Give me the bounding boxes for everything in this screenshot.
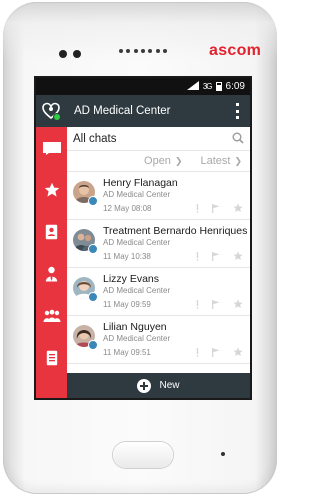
home-button[interactable] xyxy=(113,442,173,468)
brand-logo: ascom xyxy=(209,42,262,59)
filter-bar: Open ❯ Latest ❯ xyxy=(67,151,250,172)
new-chat-label: New xyxy=(159,380,180,391)
indicator-dot xyxy=(221,452,225,456)
row-actions xyxy=(196,203,243,213)
flag-icon[interactable] xyxy=(212,203,220,213)
filter-open-dropdown[interactable]: Open ❯ xyxy=(144,155,182,167)
app-logo-icon[interactable] xyxy=(42,102,60,120)
contact-badge-icon xyxy=(88,196,98,206)
priority-icon[interactable] xyxy=(196,347,199,357)
rail-item-person[interactable] xyxy=(36,253,67,295)
rail-item-groups[interactable] xyxy=(36,295,67,337)
light-sensor xyxy=(73,50,81,58)
app-bar: AD Medical Center xyxy=(36,95,250,127)
star-outline-icon[interactable] xyxy=(233,299,243,309)
rail-item-contacts[interactable] xyxy=(36,211,67,253)
chat-row[interactable]: Treatment Bernardo Henriques AD Medical … xyxy=(67,220,250,268)
chat-time: 11 May 09:51 xyxy=(103,348,151,357)
clock: 6:09 xyxy=(225,81,245,92)
flag-icon[interactable] xyxy=(212,299,220,309)
chat-time: 11 May 10:38 xyxy=(103,252,151,261)
star-outline-icon[interactable] xyxy=(233,203,243,213)
signal-icon xyxy=(186,81,199,92)
chat-org: AD Medical Center xyxy=(103,334,171,343)
row-actions xyxy=(196,251,243,261)
plus-icon xyxy=(137,378,152,393)
filter-open-label: Open xyxy=(144,155,171,167)
priority-icon[interactable] xyxy=(196,203,199,213)
contacts-icon xyxy=(45,224,58,240)
status-bar: 3G 6:09 xyxy=(36,78,250,95)
chat-row[interactable]: Henry Flanagan AD Medical Center 12 May … xyxy=(67,172,250,220)
chat-name: Lizzy Evans xyxy=(103,273,160,285)
chat-time: 12 May 08:08 xyxy=(103,204,152,213)
chat-icon xyxy=(42,142,61,155)
star-outline-icon[interactable] xyxy=(233,251,243,261)
row-actions xyxy=(196,299,243,309)
contact-badge-icon xyxy=(88,244,98,254)
chat-name: Henry Flanagan xyxy=(103,177,178,189)
screen: 3G 6:09 AD Medical Center All chats Open… xyxy=(36,78,250,398)
contact-badge-icon xyxy=(88,292,98,302)
chat-row[interactable]: Lizzy Evans AD Medical Center 11 May 09:… xyxy=(67,268,250,316)
front-camera xyxy=(59,50,67,58)
battery-icon xyxy=(215,82,222,91)
rail-item-chats[interactable] xyxy=(36,127,67,169)
star-icon xyxy=(44,182,59,197)
chat-name: Lilian Nguyen xyxy=(103,321,167,333)
speaker-grille xyxy=(119,46,167,56)
contact-badge-icon xyxy=(88,340,98,350)
star-outline-icon[interactable] xyxy=(233,347,243,357)
row-actions xyxy=(196,347,243,357)
list-header: All chats xyxy=(67,127,250,151)
person-icon xyxy=(45,266,58,282)
priority-icon[interactable] xyxy=(196,299,199,309)
navigation-rail xyxy=(36,127,67,398)
chat-org: AD Medical Center xyxy=(103,190,171,199)
document-icon xyxy=(46,350,57,366)
list-title: All chats xyxy=(73,132,117,145)
filter-latest-dropdown[interactable]: Latest ❯ xyxy=(200,155,242,167)
online-status-dot xyxy=(54,114,60,120)
chevron-down-icon: ❯ xyxy=(174,156,183,166)
chat-org: AD Medical Center xyxy=(103,238,171,247)
overflow-menu-icon[interactable] xyxy=(236,103,240,119)
flag-icon[interactable] xyxy=(212,251,220,261)
flag-icon[interactable] xyxy=(212,347,220,357)
app-title: AD Medical Center xyxy=(74,105,171,117)
rail-item-documents[interactable] xyxy=(36,337,67,379)
search-icon[interactable] xyxy=(232,132,244,144)
network-type: 3G xyxy=(202,82,213,91)
priority-icon[interactable] xyxy=(196,251,199,261)
chat-org: AD Medical Center xyxy=(103,286,171,295)
rail-item-favorites[interactable] xyxy=(36,169,67,211)
chat-name: Treatment Bernardo Henriques xyxy=(103,225,248,237)
chat-time: 11 May 09:59 xyxy=(103,300,151,309)
chat-row[interactable]: Lilian Nguyen AD Medical Center 11 May 0… xyxy=(67,316,250,364)
chat-list-panel: All chats Open ❯ Latest ❯ Henry Flanagan… xyxy=(67,127,250,398)
filter-latest-label: Latest xyxy=(200,155,231,167)
group-icon xyxy=(43,309,60,322)
content-area: All chats Open ❯ Latest ❯ Henry Flanagan… xyxy=(36,127,250,398)
new-chat-button[interactable]: New xyxy=(67,373,250,398)
chevron-down-icon: ❯ xyxy=(234,156,242,166)
